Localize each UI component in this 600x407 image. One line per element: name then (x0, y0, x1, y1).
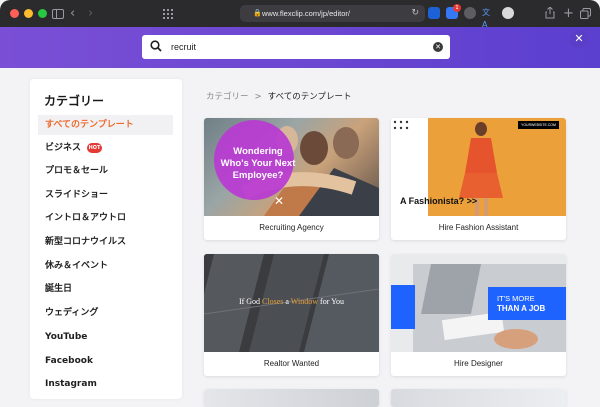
sidebar-item-label: 誕生日 (45, 284, 73, 294)
sidebar-item-label: ビジネス (45, 143, 82, 153)
template-thumbnail (391, 389, 566, 407)
overlay-text-segment: a (283, 297, 291, 306)
sidebar-item-business[interactable]: ビジネス HOT (38, 138, 173, 158)
sidebar-item-instagram[interactable]: Instagram (38, 374, 173, 394)
template-card-partial[interactable] (204, 389, 379, 407)
tab-overview-icon[interactable] (163, 0, 173, 29)
template-card-hire-fashion-assistant[interactable]: YOURWEBSITE.COM A Fashionista? >> Hire F… (391, 118, 566, 240)
sidebar-item-holiday-event[interactable]: 休み＆イベント (38, 256, 173, 276)
sidebar-item-covid[interactable]: 新型コロナウイルス (38, 232, 173, 252)
address-bar[interactable]: 🔒 www.flexclip.com/jp/editor/ ↻ (240, 5, 425, 22)
breadcrumb-current: すべてのテンプレート (267, 92, 352, 102)
template-overlay-line2: THAN A JOB (497, 304, 546, 313)
sidebar-item-promo-sale[interactable]: プロモ＆セール (38, 161, 173, 181)
breadcrumb: カテゴリー > すべてのテンプレート (206, 90, 351, 102)
template-title: Realtor Wanted (263, 359, 320, 368)
breadcrumb-separator: > (254, 92, 262, 102)
sidebar-item-intro-outro[interactable]: イントロ＆アウトロ (38, 208, 173, 228)
overlay-text-highlight: Closes (262, 297, 284, 306)
template-overlay-text: A Fashionista? >> (400, 196, 478, 206)
template-card-realtor-wanted[interactable]: If God Closes a Window for You Realtor W… (204, 254, 379, 376)
back-icon[interactable]: ‹ (70, 0, 75, 27)
sidebar-item-label: Instagram (45, 379, 97, 389)
hot-badge: HOT (87, 142, 103, 153)
overlay-text-highlight: Window (290, 297, 319, 306)
template-title: Hire Designer (454, 359, 503, 368)
sidebar-title: カテゴリー (44, 94, 105, 108)
forward-icon[interactable]: › (88, 0, 93, 27)
shield-extension-icon[interactable] (428, 7, 440, 19)
tabs-icon[interactable] (580, 0, 591, 29)
template-tag: YOURWEBSITE.COM (518, 121, 559, 129)
template-overlay-text: Wondering Who's Your Next Employee? (220, 146, 296, 181)
category-sidebar: カテゴリー すべてのテンプレート ビジネス HOT プロモ＆セール スライドショー… (30, 79, 182, 399)
template-thumbnail: YOURWEBSITE.COM A Fashionista? >> (391, 118, 566, 216)
share-icon[interactable] (545, 0, 555, 29)
template-thumbnail: If God Closes a Window for You (204, 254, 379, 352)
zoom-window-button[interactable] (38, 9, 47, 18)
template-title: Hire Fashion Assistant (438, 223, 519, 232)
translate-icon[interactable]: 文A (482, 7, 494, 29)
url-text: www.flexclip.com/jp/editor/ (262, 9, 350, 18)
close-window-button[interactable] (10, 9, 19, 18)
breadcrumb-root[interactable]: カテゴリー (206, 92, 249, 102)
sidebar-item-label: 休み＆イベント (45, 261, 109, 271)
contrast-extension-icon[interactable] (464, 7, 476, 19)
clear-search-icon[interactable]: ✕ (433, 42, 443, 52)
password-extension-icon[interactable]: 1 (446, 4, 461, 19)
sidebar-item-slideshow[interactable]: スライドショー (38, 185, 173, 205)
overlay-text-segment: If God (238, 297, 263, 306)
sidebar-item-label: イントロ＆アウトロ (45, 213, 127, 223)
template-thumbnail: ✕ Wondering Who's Your Next Employee? (204, 118, 379, 216)
sidebar-item-label: すべてのテンプレート (45, 120, 134, 130)
template-card-hire-designer[interactable]: IT'S MORE THAN A JOB Hire Designer (391, 254, 566, 376)
template-card-partial[interactable] (391, 389, 566, 407)
sidebar-item-label: Facebook (45, 356, 93, 366)
sidebar-item-youtube[interactable]: YouTube (38, 327, 173, 347)
sidebar-item-label: スライドショー (45, 190, 109, 200)
extension-badge: 1 (453, 4, 461, 12)
minimize-window-button[interactable] (24, 9, 33, 18)
close-panel-button[interactable]: ✕ (570, 30, 588, 48)
sidebar-item-label: 新型コロナウイルス (45, 237, 127, 247)
sidebar-item-birthday[interactable]: 誕生日 (38, 279, 173, 299)
template-overlay-text: If God Closes a Window for You (204, 297, 379, 306)
sidebar-item-facebook[interactable]: Facebook (38, 351, 173, 371)
sidebar-item-label: YouTube (45, 332, 88, 342)
svg-text:✕: ✕ (274, 194, 284, 208)
new-tab-icon[interactable]: + (563, 0, 574, 27)
template-thumbnail (204, 389, 379, 407)
settings-extension-icon[interactable] (502, 7, 514, 19)
template-search-box[interactable]: recruit ✕ (142, 35, 450, 59)
template-overlay-line1: IT'S MORE (497, 294, 535, 303)
sidebar-item-label: ウェディング (45, 308, 99, 318)
sidebar-item-label: プロモ＆セール (45, 166, 109, 176)
sidebar-item-all-templates[interactable]: すべてのテンプレート (38, 115, 173, 135)
sidebar-toggle-icon[interactable] (52, 0, 64, 29)
overlay-text-segment: for You (318, 297, 345, 306)
template-thumbnail: IT'S MORE THAN A JOB (391, 254, 566, 352)
browser-toolbar: ‹ › 🔒 www.flexclip.com/jp/editor/ ↻ 1 文A… (0, 0, 600, 29)
search-input[interactable]: recruit (171, 35, 196, 59)
lock-icon: 🔒 (253, 9, 262, 17)
search-header: recruit ✕ ✕ (0, 27, 600, 68)
reload-icon[interactable]: ↻ (411, 5, 419, 22)
search-icon (150, 40, 162, 52)
template-title: Recruiting Agency (259, 223, 324, 232)
template-card-recruiting-agency[interactable]: ✕ Wondering Who's Your Next Employee? Re… (204, 118, 379, 240)
sidebar-item-wedding[interactable]: ウェディング (38, 303, 173, 323)
